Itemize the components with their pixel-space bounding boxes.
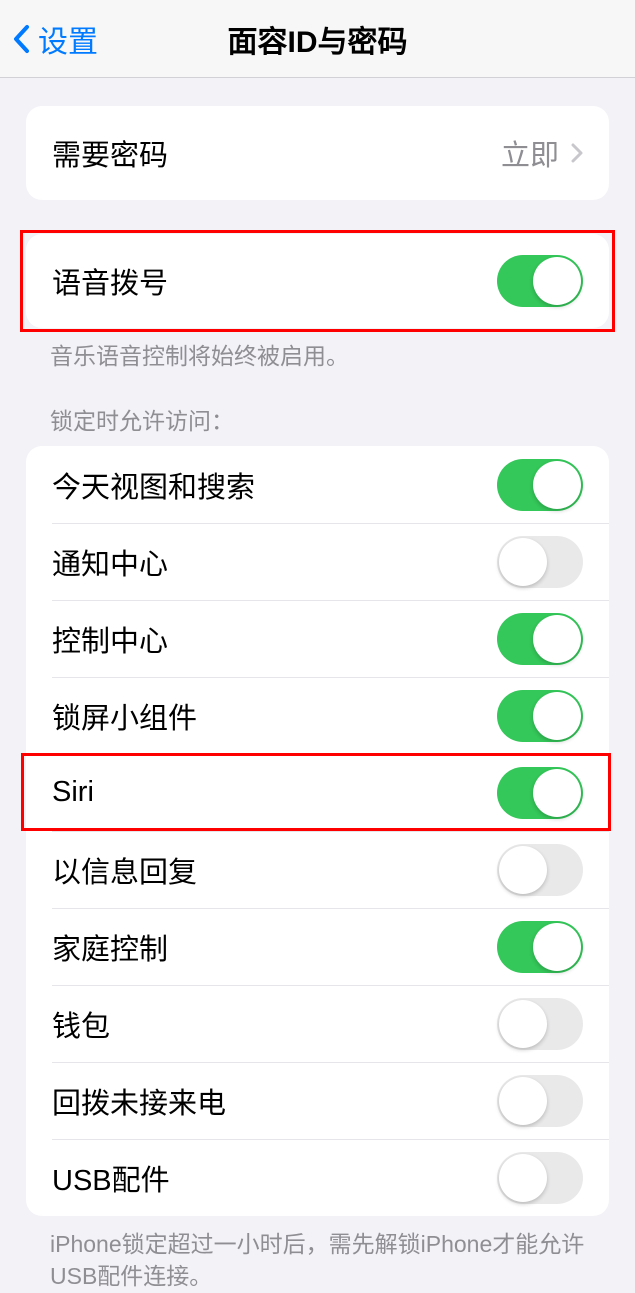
control-center-row: 控制中心 [26,600,609,677]
require-passcode-value: 立即 [501,132,583,174]
usb-accessories-label: USB配件 [52,1157,170,1199]
toggle-knob [499,538,547,586]
siri-toggle[interactable] [497,767,583,819]
toggle-knob [533,461,581,509]
require-passcode-row[interactable]: 需要密码 立即 [26,106,609,200]
voice-dial-footnote: 音乐语音控制将始终被启用。 [0,328,635,372]
lock-screen-widgets-toggle[interactable] [497,690,583,742]
usb-accessories-toggle[interactable] [497,1152,583,1204]
chevron-right-icon [571,143,583,163]
back-label: 设置 [38,17,98,61]
usb-accessories-row: USB配件 [26,1139,609,1216]
toggle-knob [499,1000,547,1048]
toggle-knob [533,692,581,740]
toggle-knob [499,1077,547,1125]
home-control-label: 家庭控制 [52,926,168,968]
return-missed-calls-row: 回拨未接来电 [26,1062,609,1139]
lock-screen-widgets-label: 锁屏小组件 [52,695,197,737]
home-control-toggle[interactable] [497,921,583,973]
require-passcode-value-text: 立即 [501,132,559,174]
voice-dial-label: 语音拨号 [52,260,168,302]
today-view-label: 今天视图和搜索 [52,464,255,506]
toggle-knob [533,615,581,663]
toggle-knob [533,923,581,971]
usb-footnote: iPhone锁定超过一小时后，需先解锁iPhone才能允许USB配件连接。 [0,1216,635,1292]
chevron-left-icon [12,24,30,54]
lock-screen-widgets-row: 锁屏小组件 [26,677,609,754]
voice-dial-group: 语音拨号 [26,234,609,328]
allow-access-header: 锁定时允许访问： [0,402,635,446]
control-center-label: 控制中心 [52,618,168,660]
wallet-label: 钱包 [52,1003,110,1045]
siri-row: Siri [26,754,609,831]
home-control-row: 家庭控制 [26,908,609,985]
toggle-knob [533,257,581,305]
wallet-row: 钱包 [26,985,609,1062]
today-view-toggle[interactable] [497,459,583,511]
page-title: 面容ID与密码 [228,17,408,61]
toggle-knob [499,1154,547,1202]
toggle-knob [533,769,581,817]
reply-with-message-toggle[interactable] [497,844,583,896]
allow-access-group: 今天视图和搜索 通知中心 控制中心 锁屏小组件 Siri 以信息回复 家庭控制 [26,446,609,1216]
notification-center-label: 通知中心 [52,541,168,583]
voice-dial-toggle[interactable] [497,255,583,307]
require-passcode-label: 需要密码 [52,132,168,174]
wallet-toggle[interactable] [497,998,583,1050]
voice-dial-row: 语音拨号 [26,234,609,328]
return-missed-calls-label: 回拨未接来电 [52,1080,226,1122]
reply-with-message-row: 以信息回复 [26,831,609,908]
nav-header: 设置 面容ID与密码 [0,0,635,78]
require-passcode-group: 需要密码 立即 [26,106,609,200]
return-missed-calls-toggle[interactable] [497,1075,583,1127]
toggle-knob [499,846,547,894]
siri-label: Siri [52,776,94,809]
control-center-toggle[interactable] [497,613,583,665]
reply-with-message-label: 以信息回复 [52,849,197,891]
notification-center-row: 通知中心 [26,523,609,600]
notification-center-toggle[interactable] [497,536,583,588]
back-button[interactable]: 设置 [0,17,98,61]
today-view-row: 今天视图和搜索 [26,446,609,523]
